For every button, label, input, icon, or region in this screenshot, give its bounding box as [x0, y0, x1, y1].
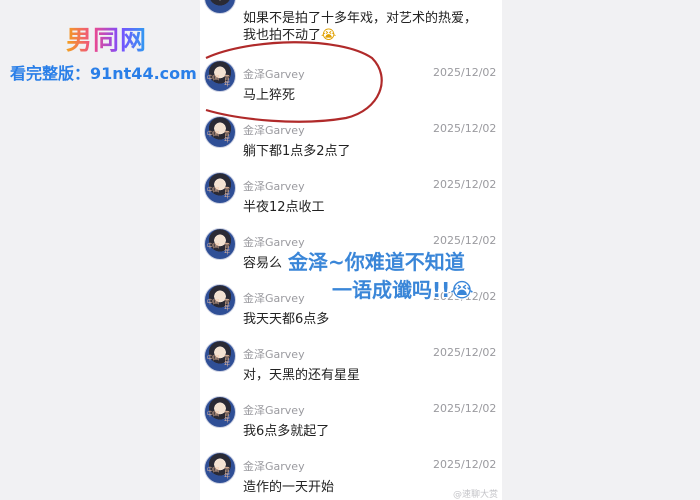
overlay-caption-line2: 一语成谶吗!!😭: [332, 278, 474, 302]
watermark-logo: 男同网: [66, 20, 147, 57]
footer-watermark: @速聊大赏: [453, 490, 499, 500]
watermark-url: 看完整版：91nt44.com: [10, 64, 197, 83]
overlay-caption-line1: 金泽~你难道不知道: [288, 250, 465, 274]
